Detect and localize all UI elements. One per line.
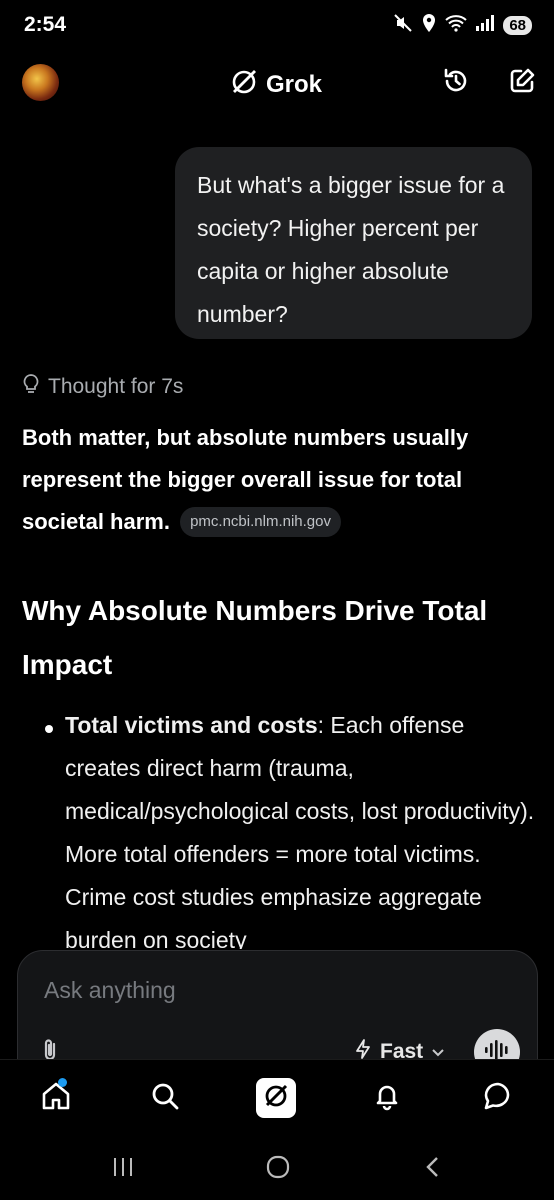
chat-bubble-icon bbox=[482, 1080, 514, 1117]
answer-summary: Both matter, but absolute numbers usuall… bbox=[22, 417, 534, 543]
signal-icon bbox=[475, 14, 495, 37]
history-icon bbox=[441, 66, 471, 101]
battery-indicator: 68 bbox=[503, 16, 532, 35]
back-button[interactable] bbox=[418, 1155, 448, 1184]
grok-icon bbox=[262, 1082, 290, 1115]
home-icon bbox=[40, 1080, 72, 1117]
system-nav bbox=[0, 1139, 554, 1200]
thought-label: Thought for 7s bbox=[48, 375, 184, 398]
app-brand: Grok bbox=[230, 68, 322, 101]
source-chip[interactable]: pmc.ncbi.nlm.nih.gov bbox=[180, 507, 341, 537]
nav-home[interactable] bbox=[36, 1078, 76, 1118]
home-circle-icon bbox=[265, 1155, 291, 1184]
new-chat-button[interactable] bbox=[505, 66, 539, 100]
bullet-body: : Each offense creates direct harm (trau… bbox=[65, 712, 534, 949]
status-bar: 2:54 68 bbox=[0, 0, 554, 52]
bullet-title: Total victims and costs bbox=[65, 712, 318, 738]
location-icon bbox=[421, 13, 437, 38]
section-heading: Why Absolute Numbers Drive Total Impact bbox=[22, 595, 488, 680]
user-message-bubble: But what's a bigger issue for a society?… bbox=[175, 147, 532, 339]
back-icon bbox=[423, 1155, 443, 1184]
bell-icon bbox=[372, 1081, 402, 1116]
ask-input[interactable] bbox=[44, 977, 484, 1004]
notification-dot bbox=[58, 1078, 67, 1087]
thought-toggle[interactable]: Thought for 7s bbox=[22, 373, 183, 401]
nav-notifications[interactable] bbox=[367, 1078, 407, 1118]
avatar[interactable] bbox=[22, 64, 59, 101]
status-icons: 68 bbox=[393, 13, 532, 38]
wifi-icon bbox=[445, 14, 467, 37]
app-title: Grok bbox=[266, 70, 323, 98]
mute-icon bbox=[393, 13, 413, 38]
grok-logo-icon bbox=[230, 68, 258, 101]
home-button[interactable] bbox=[263, 1155, 293, 1184]
nav-search[interactable] bbox=[145, 1078, 185, 1118]
nav-messages[interactable] bbox=[478, 1078, 518, 1118]
app-header: Grok bbox=[0, 52, 554, 114]
bullet-dot bbox=[45, 725, 53, 733]
recents-button[interactable] bbox=[108, 1157, 138, 1181]
bullet-text: Total victims and costs: Each offense cr… bbox=[65, 704, 534, 949]
compose-icon bbox=[508, 67, 536, 100]
search-icon bbox=[150, 1081, 180, 1116]
bottom-nav bbox=[0, 1059, 554, 1139]
nav-grok[interactable] bbox=[256, 1078, 296, 1118]
lightbulb-icon bbox=[22, 373, 40, 401]
recents-icon bbox=[111, 1156, 135, 1183]
status-time: 2:54 bbox=[24, 13, 67, 36]
list-item: Total victims and costs: Each offense cr… bbox=[22, 704, 534, 949]
history-button[interactable] bbox=[439, 66, 473, 100]
